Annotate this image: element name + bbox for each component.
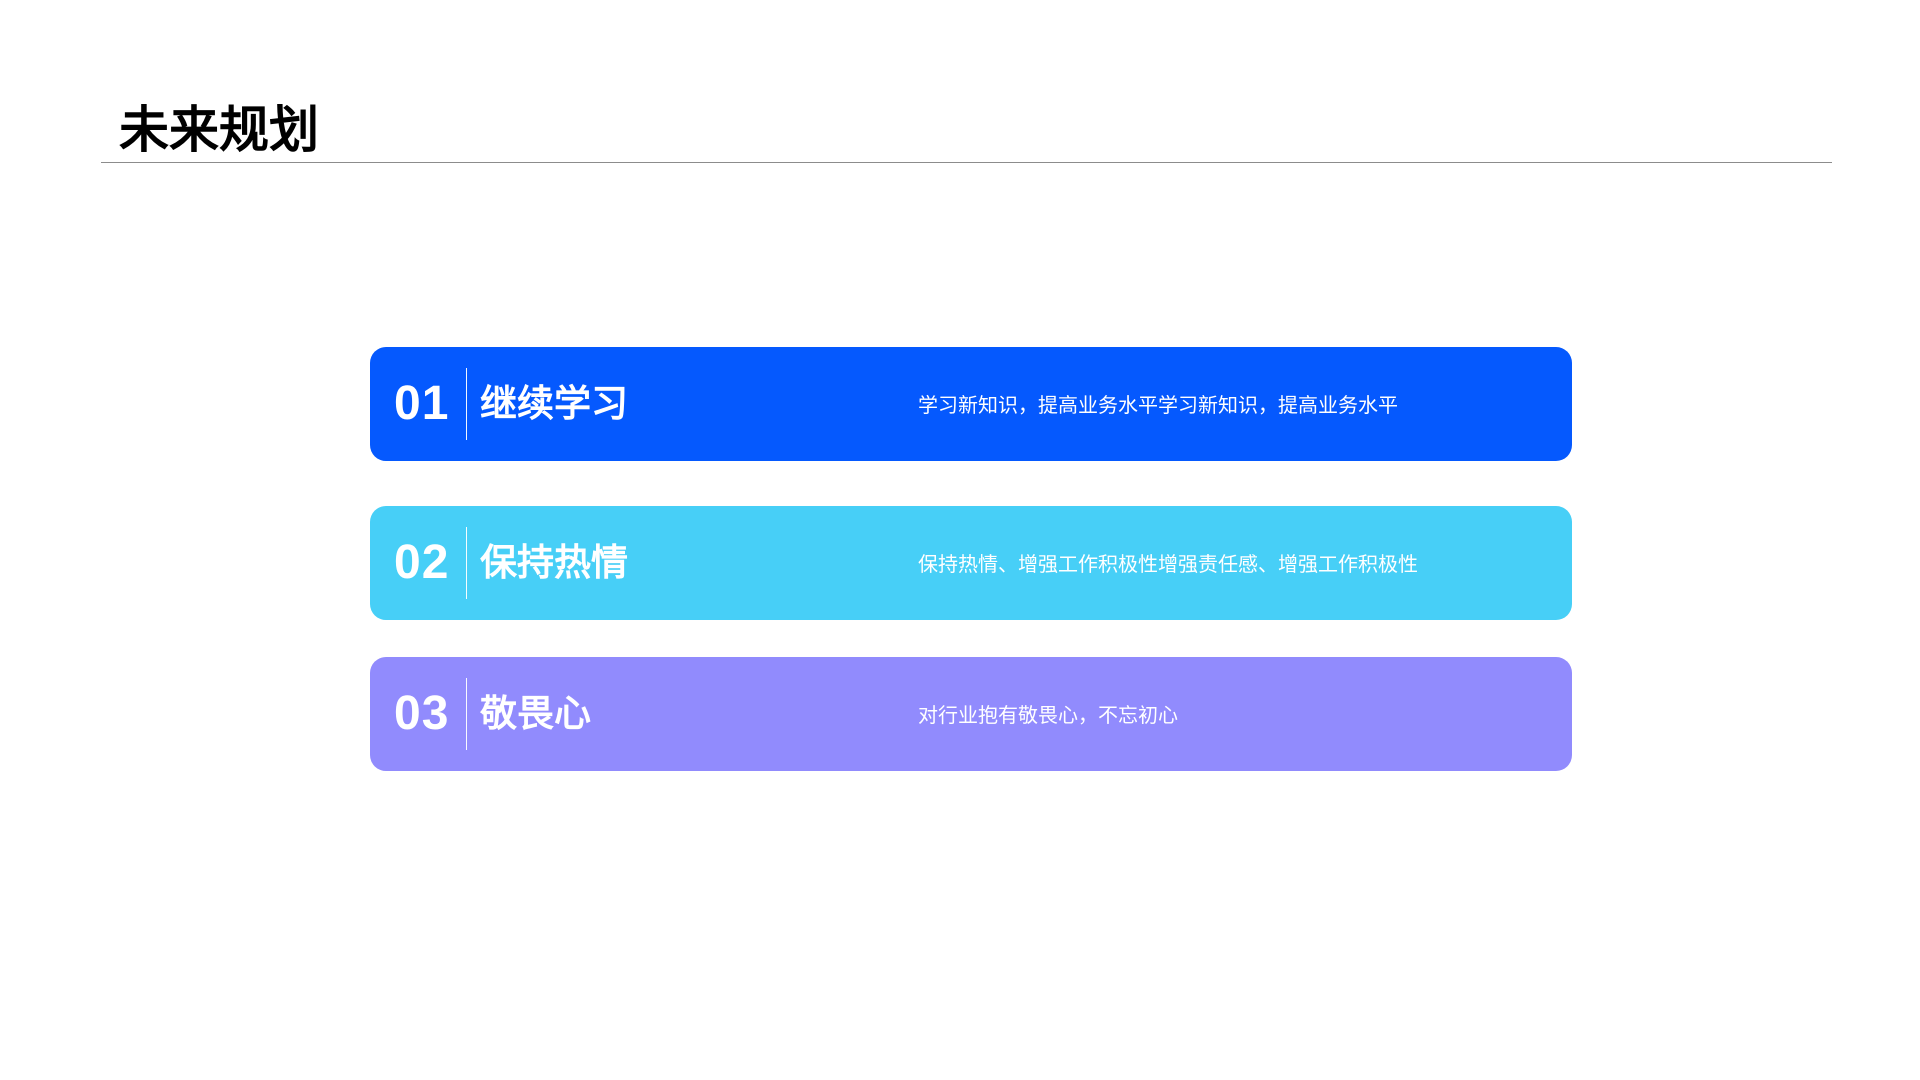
title-divider [101, 162, 1832, 163]
card-heading: 敬畏心 [480, 692, 591, 735]
card-description: 对行业抱有敬畏心，不忘初心 [918, 703, 1178, 727]
card-description: 保持热情、增强工作积极性增强责任感、增强工作积极性 [918, 552, 1418, 576]
card-number: 02 [394, 536, 450, 589]
card-number: 01 [394, 377, 450, 430]
card-heading: 继续学习 [480, 382, 628, 425]
plan-card-2: 02 保持热情 保持热情、增强工作积极性增强责任感、增强工作积极性 [370, 506, 1572, 620]
card-number: 03 [394, 687, 450, 740]
plan-card-1: 01 继续学习 学习新知识，提高业务水平学习新知识，提高业务水平 [370, 347, 1572, 461]
page-title: 未来规划 [119, 101, 319, 159]
plan-card-3: 03 敬畏心 对行业抱有敬畏心，不忘初心 [370, 657, 1572, 771]
card-divider [466, 527, 467, 599]
card-description: 学习新知识，提高业务水平学习新知识，提高业务水平 [918, 393, 1398, 417]
card-divider [466, 368, 467, 440]
card-heading: 保持热情 [480, 541, 628, 584]
card-divider [466, 678, 467, 750]
